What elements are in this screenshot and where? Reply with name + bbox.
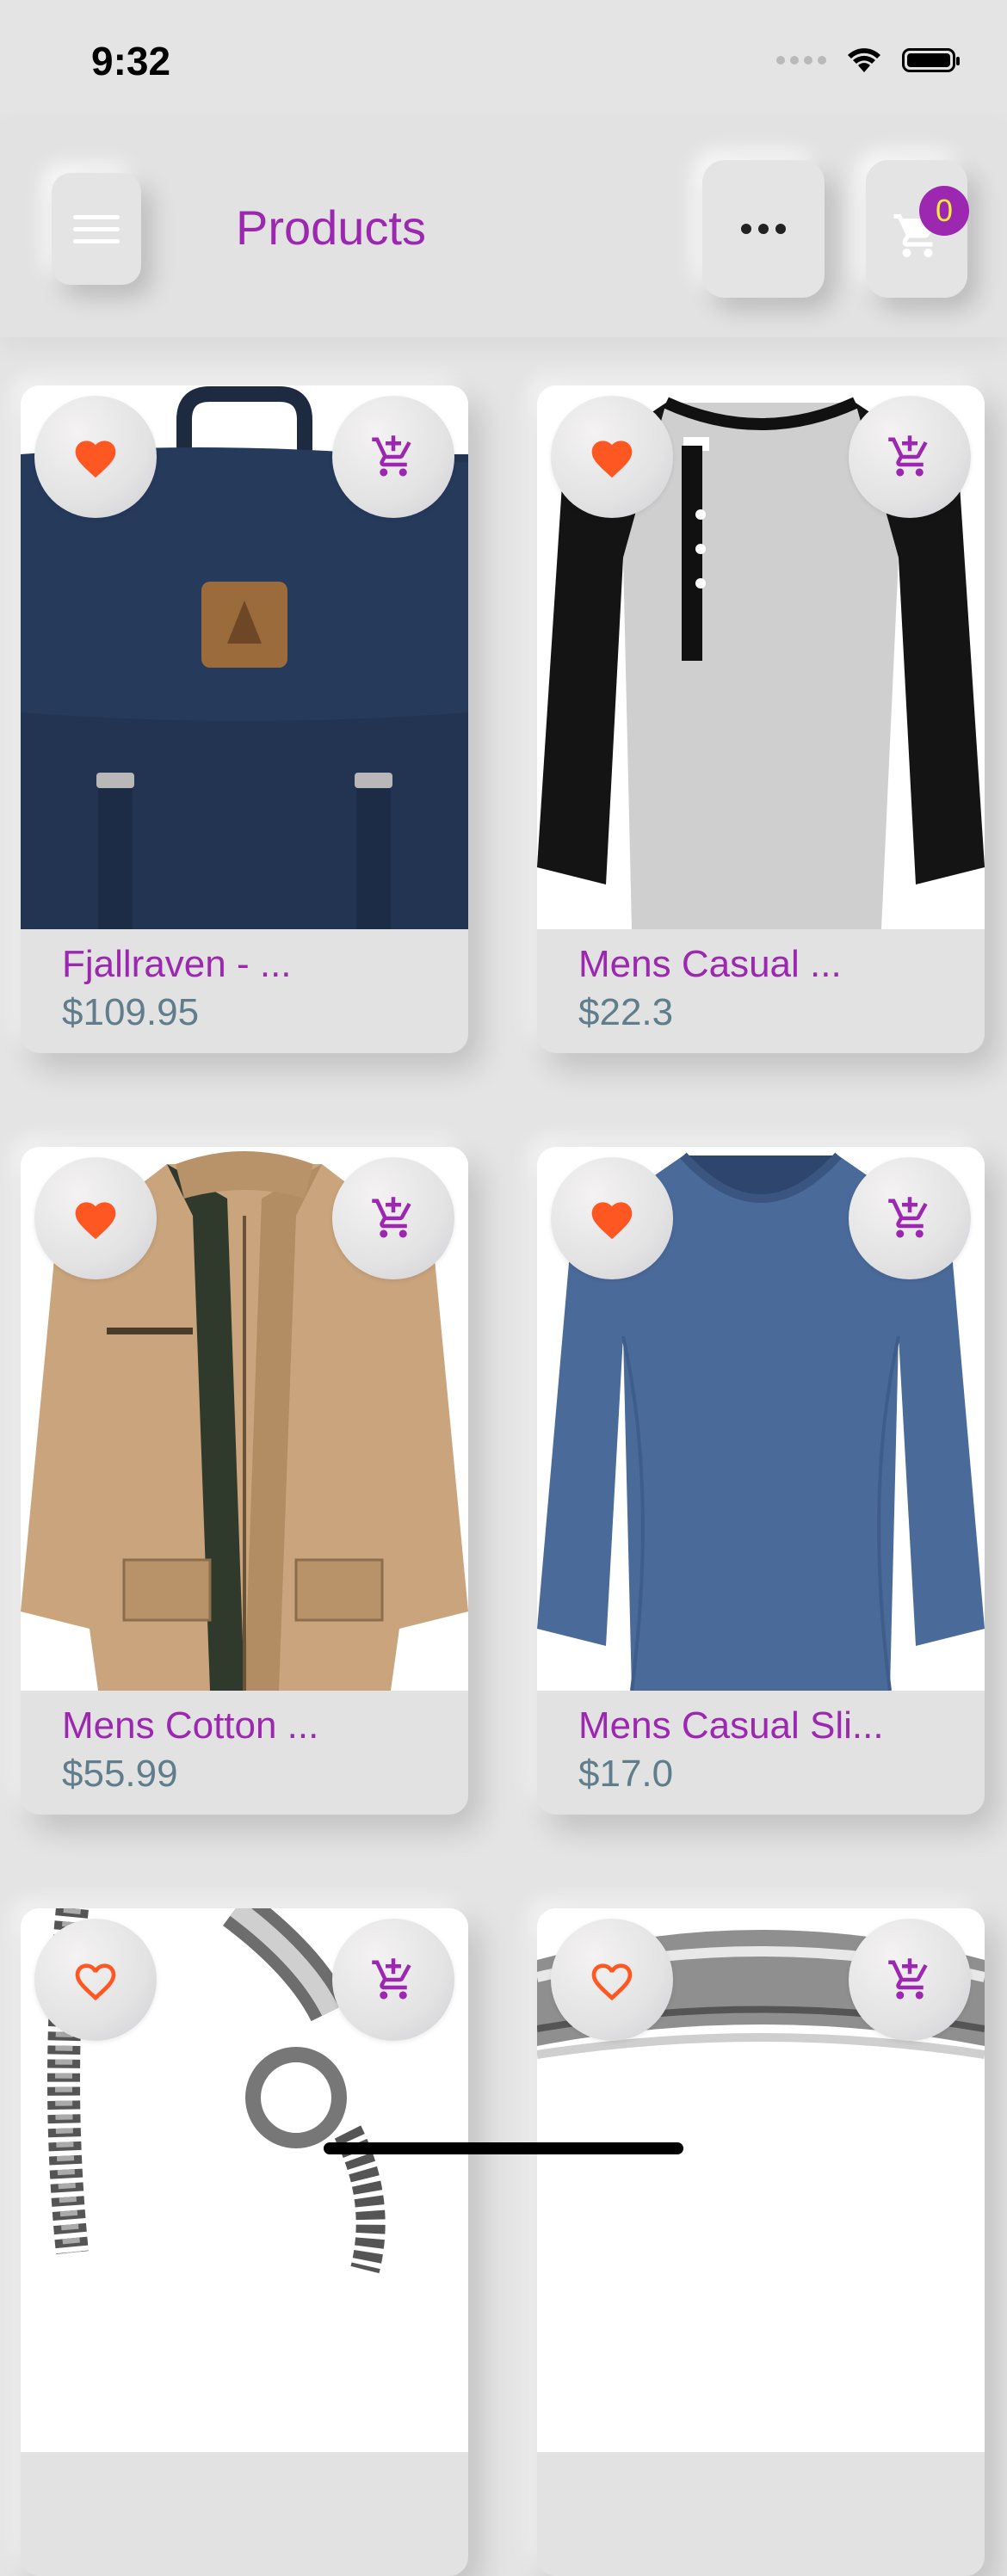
heart-outline-icon [591, 1963, 633, 2001]
product-name: Fjallraven - ... [62, 943, 292, 985]
product-card[interactable]: Mens Casual Sli... $17.0 [537, 1147, 985, 1815]
favorite-button[interactable] [34, 1157, 157, 1279]
product-name: Mens Casual Sli... [578, 1704, 884, 1747]
add-shopping-cart-icon [888, 1958, 928, 2000]
favorite-button[interactable] [551, 1157, 673, 1279]
favorite-button[interactable] [551, 1919, 673, 2041]
cart-button[interactable]: 0 [866, 160, 969, 298]
product-card[interactable] [537, 1908, 985, 2576]
battery-icon [902, 48, 960, 72]
heart-icon [591, 1202, 633, 1240]
app-bar: Products 0 [0, 120, 1007, 337]
menu-button[interactable] [52, 173, 141, 285]
product-price: $55.99 [62, 1753, 178, 1795]
wifi-icon [848, 48, 880, 72]
cellular-signal-icon [776, 56, 826, 65]
product-name: Mens Casual ... [578, 943, 842, 985]
add-shopping-cart-icon [372, 1958, 411, 2000]
product-card[interactable]: Fjallraven - ... $109.95 [21, 385, 468, 1053]
cart-count-badge: 0 [919, 186, 969, 236]
status-time: 9:32 [91, 39, 171, 83]
heart-icon [75, 1202, 116, 1240]
add-shopping-cart-icon [888, 1197, 928, 1238]
add-to-cart-button[interactable] [849, 1919, 971, 2041]
heart-outline-icon [75, 1963, 116, 2001]
favorite-button[interactable] [34, 396, 157, 518]
page-title: Products [236, 200, 426, 255]
product-price: $109.95 [62, 991, 200, 1033]
product-price: $17.0 [578, 1753, 674, 1795]
favorite-button[interactable] [34, 1919, 157, 2041]
more-options-button[interactable] [702, 160, 825, 298]
add-shopping-cart-icon [372, 1197, 411, 1238]
add-to-cart-button[interactable] [849, 396, 971, 518]
product-price: $22.3 [578, 991, 674, 1033]
product-card[interactable] [21, 1908, 468, 2576]
status-icons [776, 46, 960, 74]
product-name: Mens Cotton ... [62, 1704, 319, 1747]
add-to-cart-button[interactable] [849, 1157, 971, 1279]
home-indicator[interactable] [324, 2142, 683, 2154]
product-card[interactable]: Mens Casual ... $22.3 [537, 385, 985, 1053]
add-shopping-cart-icon [372, 435, 411, 477]
product-card[interactable]: Mens Cotton ... $55.99 [21, 1147, 468, 1815]
more-horizontal-icon [741, 224, 786, 234]
add-shopping-cart-icon [888, 435, 928, 477]
status-bar: 9:32 [0, 0, 1007, 120]
add-to-cart-button[interactable] [332, 1919, 454, 2041]
heart-icon [75, 441, 116, 478]
favorite-button[interactable] [551, 396, 673, 518]
heart-icon [591, 441, 633, 478]
add-to-cart-button[interactable] [332, 396, 454, 518]
add-to-cart-button[interactable] [332, 1157, 454, 1279]
menu-icon [73, 214, 120, 243]
